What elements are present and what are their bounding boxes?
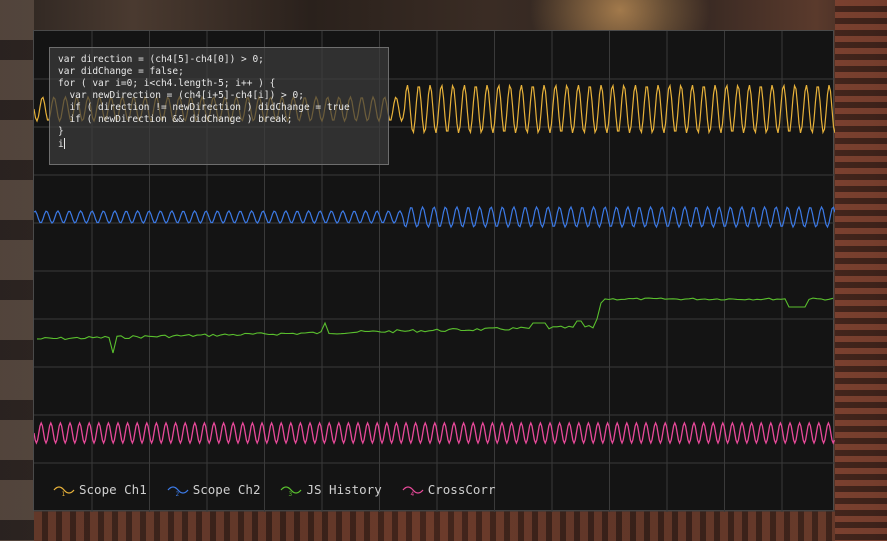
- background-rooftops-right: [835, 0, 887, 541]
- background-building-left: [0, 0, 34, 541]
- sine-wave-icon: 2: [167, 485, 189, 497]
- legend-item-crosscorr[interactable]: 4 CrossCorr: [402, 482, 496, 497]
- legend-item-js-history[interactable]: 3 JS History: [280, 482, 382, 497]
- code-line[interactable]: var direction = (ch4[5]-ch4[0]) > 0;: [58, 54, 380, 66]
- legend-label: CrossCorr: [427, 482, 496, 497]
- sine-wave-icon: 4: [402, 485, 424, 497]
- trace-scope-ch2: [34, 205, 835, 229]
- code-line[interactable]: if ( direction != newDirection ) didChan…: [58, 102, 380, 114]
- legend-index: 4: [410, 491, 414, 497]
- legend-index: 2: [175, 491, 179, 497]
- trace-js-history: [36, 297, 834, 354]
- code-line[interactable]: var didChange = false;: [58, 66, 380, 78]
- legend-label: Scope Ch1: [79, 482, 147, 497]
- legend-index: 3: [289, 491, 293, 497]
- legend-label: JS History: [306, 482, 382, 497]
- code-line[interactable]: for ( var i=0; i<ch4.length-5; i++ ) {: [58, 78, 380, 90]
- code-editor[interactable]: var direction = (ch4[5]-ch4[0]) > 0; var…: [49, 47, 389, 165]
- legend-index: 1: [62, 491, 66, 497]
- code-line[interactable]: var newDirection = (ch4[i+5]-ch4[i]) > 0…: [58, 90, 380, 102]
- background-rooftops-bottom: [34, 511, 835, 541]
- legend: 1 Scope Ch1 2 Scope Ch2 3 JS History 4 C…: [53, 482, 495, 497]
- sine-wave-icon: 3: [280, 485, 302, 497]
- code-line[interactable]: }: [58, 126, 380, 138]
- trace-crosscorr: [34, 421, 835, 445]
- legend-label: Scope Ch2: [192, 482, 261, 497]
- code-line[interactable]: if ( newDirection && didChange ) break;: [58, 114, 380, 126]
- sine-wave-icon: 1: [53, 485, 75, 497]
- legend-item-scope-ch1[interactable]: 1 Scope Ch1: [53, 482, 147, 497]
- text-cursor: [63, 138, 65, 149]
- code-line-current[interactable]: i: [58, 138, 380, 151]
- legend-item-scope-ch2[interactable]: 2 Scope Ch2: [167, 482, 261, 497]
